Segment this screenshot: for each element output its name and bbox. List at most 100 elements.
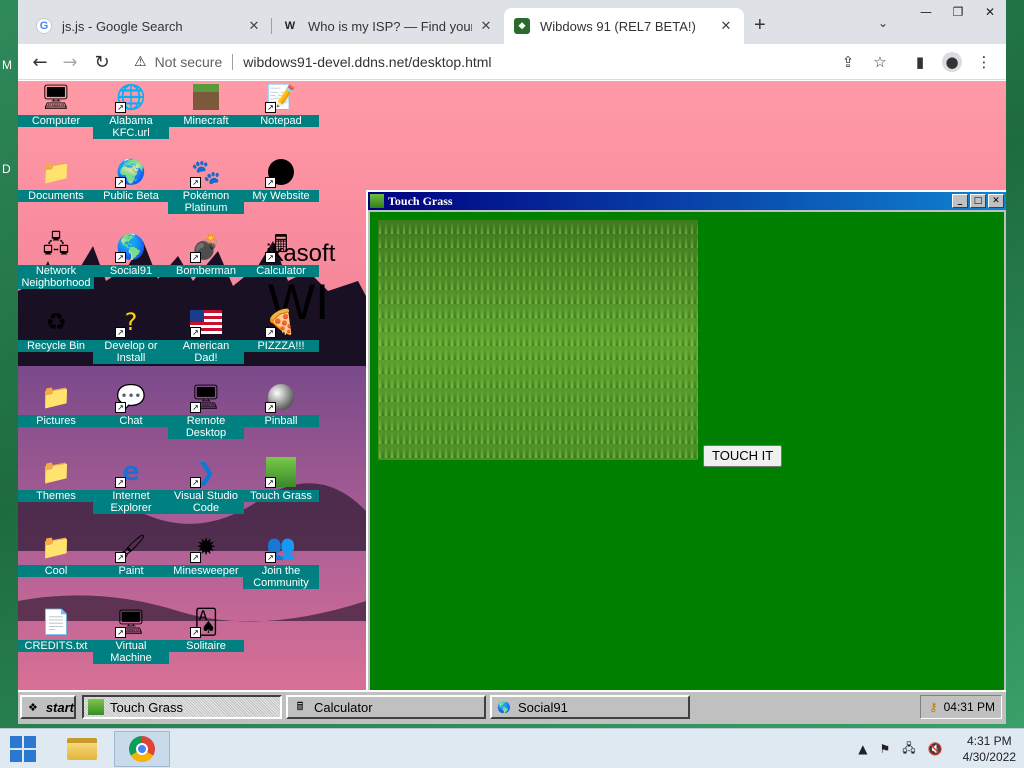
desktop-icon-pizzza[interactable]: 🍕 ↗ PIZZZA!!! bbox=[243, 306, 319, 352]
desktop-icon-network-neighborhood[interactable]: 🖧 Network Neighborhood bbox=[18, 230, 94, 289]
background-window-glyph: D bbox=[2, 162, 11, 176]
desktop-icon-notepad[interactable]: 📝 ↗ Notepad bbox=[243, 81, 319, 127]
forward-button[interactable]: → bbox=[58, 50, 82, 74]
minimize-button[interactable]: — bbox=[910, 0, 942, 24]
window-controls: — ❐ ✕ bbox=[910, 0, 1006, 24]
taskbar-item-calculator[interactable]: 🖩 Calculator bbox=[286, 695, 486, 719]
desktop-icon-pictures[interactable]: 📁 Pictures bbox=[18, 381, 94, 427]
calculator-icon: 🖩 ↗ bbox=[265, 230, 297, 263]
desktop-icon-pinball[interactable]: ↗ Pinball bbox=[243, 381, 319, 427]
desktop-icon-label: American Dad! bbox=[168, 340, 244, 364]
desktop-icon-label: Documents bbox=[18, 190, 94, 202]
grass-icon bbox=[370, 194, 384, 208]
desktop-icon-virtual-machine[interactable]: 🖥 ↗ Virtual Machine bbox=[93, 606, 169, 664]
close-tab-icon[interactable]: ✕ bbox=[246, 18, 262, 34]
new-tab-button[interactable]: + bbox=[754, 14, 766, 37]
desktop-icon-pokemon-platinum[interactable]: 🐾 ↗ Pokémon Platinum bbox=[168, 156, 244, 214]
desktop-icon-label: Recycle Bin bbox=[18, 340, 94, 352]
desktop-icon-alabama-kfc[interactable]: 🌐 ↗ Alabama KFC.url bbox=[93, 81, 169, 139]
desktop-icon-label: Chat bbox=[93, 415, 169, 427]
file-explorer-button[interactable] bbox=[54, 731, 110, 767]
chrome-taskbar-button[interactable] bbox=[114, 731, 170, 767]
github-icon: ↗ bbox=[265, 156, 297, 188]
maximize-button[interactable]: □ bbox=[970, 194, 986, 208]
back-button[interactable]: ← bbox=[28, 50, 52, 74]
desktop-icon-develop-or-install[interactable]: ? ↗ Develop or Install bbox=[93, 306, 169, 364]
host-start-button[interactable] bbox=[10, 736, 36, 762]
desktop-icon-label: Virtual Machine bbox=[93, 640, 169, 664]
desktop-icon-label: Minecraft bbox=[168, 115, 244, 127]
profile-avatar-icon[interactable]: ● bbox=[942, 52, 962, 72]
reload-button[interactable]: ↻ bbox=[90, 50, 114, 74]
touch-it-button[interactable]: TOUCH IT bbox=[703, 445, 783, 467]
text-file-icon: 📄 bbox=[41, 608, 71, 636]
desktop-icon-label: Visual Studio Code bbox=[168, 490, 244, 514]
action-center-flag-icon[interactable]: ⚑ bbox=[880, 742, 891, 756]
close-tab-icon[interactable]: ✕ bbox=[718, 18, 734, 34]
desktop-icon-label: Develop or Install bbox=[93, 340, 169, 364]
desktop-icon-touch-grass[interactable]: ↗ Touch Grass bbox=[243, 456, 319, 502]
folder-icon: 📁 bbox=[41, 458, 71, 486]
network-icon[interactable]: 🖧 bbox=[902, 739, 915, 760]
desktop-icon-minesweeper[interactable]: ✹ ↗ Minesweeper bbox=[168, 531, 244, 577]
tab-title: Who is my ISP? — Find your Internet Serv… bbox=[308, 18, 472, 34]
tab-search-chevron-icon[interactable]: ⌄ bbox=[878, 16, 888, 30]
host-clock[interactable]: 4:31 PM 4/30/2022 bbox=[963, 733, 1016, 765]
desktop-icon-solitaire[interactable]: 🂡 ↗ Solitaire bbox=[168, 606, 244, 652]
desktop-icon-visual-studio-code[interactable]: ❯ ↗ Visual Studio Code bbox=[168, 456, 244, 514]
desktop-icon-calculator[interactable]: 🖩 ↗ Calculator bbox=[243, 230, 319, 277]
tab-title: Wibdows 91 (REL7 BETA!) bbox=[540, 18, 696, 34]
desktop-icon-recycle-bin[interactable]: ♻ Recycle Bin bbox=[18, 306, 94, 352]
side-panel-icon[interactable]: ▮ bbox=[910, 52, 930, 72]
share-icon[interactable]: ⇪ bbox=[838, 52, 858, 72]
desktop-icon-my-website[interactable]: ↗ My Website bbox=[243, 156, 319, 202]
desktop-icon-remote-desktop[interactable]: 🖥 ↗ Remote Desktop bbox=[168, 381, 244, 439]
desktop-icon-join-the-community[interactable]: 👥 ↗ Join the Community bbox=[243, 531, 319, 589]
taskbar-item-label: Social91 bbox=[518, 699, 568, 715]
grass-icon bbox=[88, 699, 104, 715]
window-titlebar[interactable]: Touch Grass _ □ ✕ bbox=[368, 192, 1006, 210]
solitaire-icon: 🂡 ↗ bbox=[190, 606, 222, 638]
address-bar[interactable]: ⚠ Not secure wibdows91-devel.ddns.net/de… bbox=[126, 48, 826, 76]
desktop-icon-credits-txt[interactable]: 📄 CREDITS.txt bbox=[18, 606, 94, 652]
taskbar-item-touch-grass[interactable]: Touch Grass bbox=[82, 695, 282, 719]
desktop-icon-label: Pinball bbox=[243, 415, 319, 427]
desktop-icon-american-dad[interactable]: ↗ American Dad! bbox=[168, 306, 244, 364]
close-tab-icon[interactable]: ✕ bbox=[478, 18, 494, 34]
minecraft-icon bbox=[190, 81, 222, 113]
desktop-icon-label: PIZZZA!!! bbox=[243, 340, 319, 352]
bookmark-star-icon[interactable]: ☆ bbox=[870, 52, 890, 72]
maximize-button[interactable]: ❐ bbox=[942, 0, 974, 24]
close-button[interactable]: ✕ bbox=[988, 194, 1004, 208]
tab-google-search[interactable]: G js.js - Google Search ✕ bbox=[26, 8, 272, 44]
tab-who-is-my-isp[interactable]: W Who is my ISP? — Find your Internet Se… bbox=[272, 8, 504, 44]
desktop-icon-label: Minesweeper bbox=[168, 565, 244, 577]
pizza-icon: 🍕 ↗ bbox=[265, 308, 296, 338]
globe-icon: 🌍 ↗ bbox=[115, 158, 146, 188]
desktop-icon-social91[interactable]: 🌎 ↗ Social91 bbox=[93, 231, 169, 277]
menu-kebab-icon[interactable]: ⋮ bbox=[974, 52, 994, 72]
minimize-button[interactable]: _ bbox=[952, 194, 968, 208]
desktop-icon-paint[interactable]: 🖌 ↗ Paint bbox=[93, 531, 169, 577]
warning-icon: ⚠ bbox=[134, 54, 147, 70]
desktop-icon-bomberman[interactable]: 💣 ↗ Bomberman bbox=[168, 231, 244, 277]
close-window-button[interactable]: ✕ bbox=[974, 0, 1006, 24]
start-button[interactable]: ❖ start bbox=[20, 695, 76, 719]
desktop-icon-documents[interactable]: 📁 Documents bbox=[18, 156, 94, 202]
desktop-icon-minecraft[interactable]: Minecraft bbox=[168, 81, 244, 127]
vscode-icon: ❯ ↗ bbox=[190, 456, 222, 488]
volume-muted-icon[interactable]: 🔇 bbox=[928, 742, 943, 756]
desktop-icon-public-beta[interactable]: 🌍 ↗ Public Beta bbox=[93, 156, 169, 202]
tab-wibdows-91[interactable]: ❖ Wibdows 91 (REL7 BETA!) ✕ bbox=[504, 8, 744, 44]
show-hidden-icons-icon[interactable]: ▲ bbox=[858, 742, 867, 756]
touch-grass-window[interactable]: Touch Grass _ □ ✕ TOUCH IT bbox=[366, 190, 1006, 694]
desktop-icon-themes[interactable]: 📁 Themes bbox=[18, 456, 94, 502]
google-g-icon: G bbox=[36, 18, 52, 34]
taskbar-item-social91[interactable]: 🌎 Social91 bbox=[490, 695, 690, 719]
desktop-icon-chat[interactable]: 💬 ↗ Chat bbox=[93, 381, 169, 427]
desktop-icon-computer[interactable]: 🖥 Computer bbox=[18, 81, 94, 127]
desktop-icon-label: My Website bbox=[243, 190, 319, 202]
desktop-icon-internet-explorer[interactable]: e ↗ Internet Explorer bbox=[93, 456, 169, 514]
globe-icon: 🌎 bbox=[497, 700, 511, 714]
desktop-icon-cool[interactable]: 📁 Cool bbox=[18, 531, 94, 577]
